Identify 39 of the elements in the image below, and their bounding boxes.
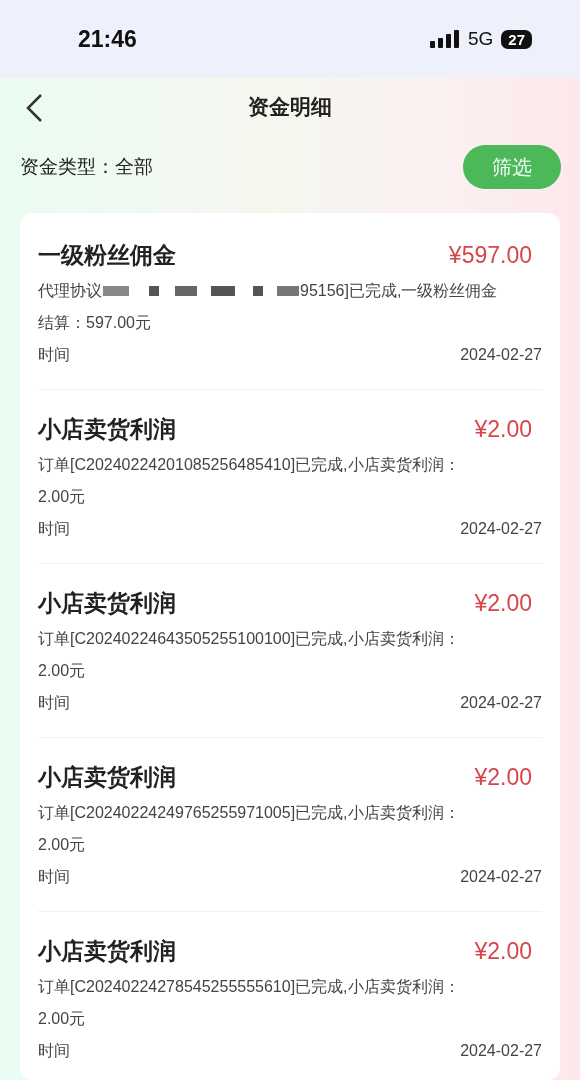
record-title: 小店卖货利润 bbox=[38, 762, 176, 792]
network-type: 5G bbox=[467, 28, 494, 50]
record-description: 2.00元 bbox=[38, 486, 86, 507]
record-description: 结算：597.00元 bbox=[38, 312, 151, 333]
fund-type-label: 资金类型：全部 bbox=[20, 155, 153, 179]
record-amount: ¥2.00 bbox=[474, 415, 532, 443]
time-label: 时间 bbox=[38, 518, 70, 539]
record-description: 2.00元 bbox=[38, 660, 86, 681]
record-amount: ¥2.00 bbox=[474, 937, 532, 965]
record-title: 一级粉丝佣金 bbox=[38, 240, 176, 270]
record-description: 订单[C20240224249765255971005]已完成,小店卖货利润： bbox=[38, 802, 460, 823]
time-label: 时间 bbox=[38, 1040, 70, 1061]
signal-icon bbox=[429, 30, 460, 48]
record-date: 2024-02-27 bbox=[460, 1042, 542, 1060]
record-description: 订单[C20240224278545255555610]已完成,小店卖货利润： bbox=[38, 976, 460, 997]
record-title: 小店卖货利润 bbox=[38, 588, 176, 618]
record-amount: ¥2.00 bbox=[474, 589, 532, 617]
record-description: 2.00元 bbox=[38, 1008, 86, 1029]
record-description: 代理协议 bbox=[38, 280, 102, 301]
battery-level: 27 bbox=[501, 29, 532, 49]
back-icon[interactable] bbox=[24, 93, 44, 123]
record-date: 2024-02-27 bbox=[460, 694, 542, 712]
record-date: 2024-02-27 bbox=[460, 346, 542, 364]
record-amount: ¥597.00 bbox=[448, 241, 532, 269]
status-time: 21:46 bbox=[78, 25, 138, 53]
record-amount: ¥2.00 bbox=[474, 763, 532, 791]
time-label: 时间 bbox=[38, 692, 70, 713]
record-date: 2024-02-27 bbox=[460, 520, 542, 538]
record-date: 2024-02-27 bbox=[460, 868, 542, 886]
page-title: 资金明细 bbox=[248, 94, 332, 120]
record-description: 95156]已完成,一级粉丝佣金 bbox=[300, 280, 498, 301]
record-description: 订单[C20240224643505255100100]已完成,小店卖货利润： bbox=[38, 628, 460, 649]
time-label: 时间 bbox=[38, 344, 70, 365]
time-label: 时间 bbox=[38, 866, 70, 887]
filter-button[interactable]: 筛选 bbox=[463, 145, 561, 189]
record-description: 订单[C20240224201085256485410]已完成,小店卖货利润： bbox=[38, 454, 460, 475]
record-title: 小店卖货利润 bbox=[38, 936, 176, 966]
record-description: 2.00元 bbox=[38, 834, 86, 855]
record-title: 小店卖货利润 bbox=[38, 414, 176, 444]
